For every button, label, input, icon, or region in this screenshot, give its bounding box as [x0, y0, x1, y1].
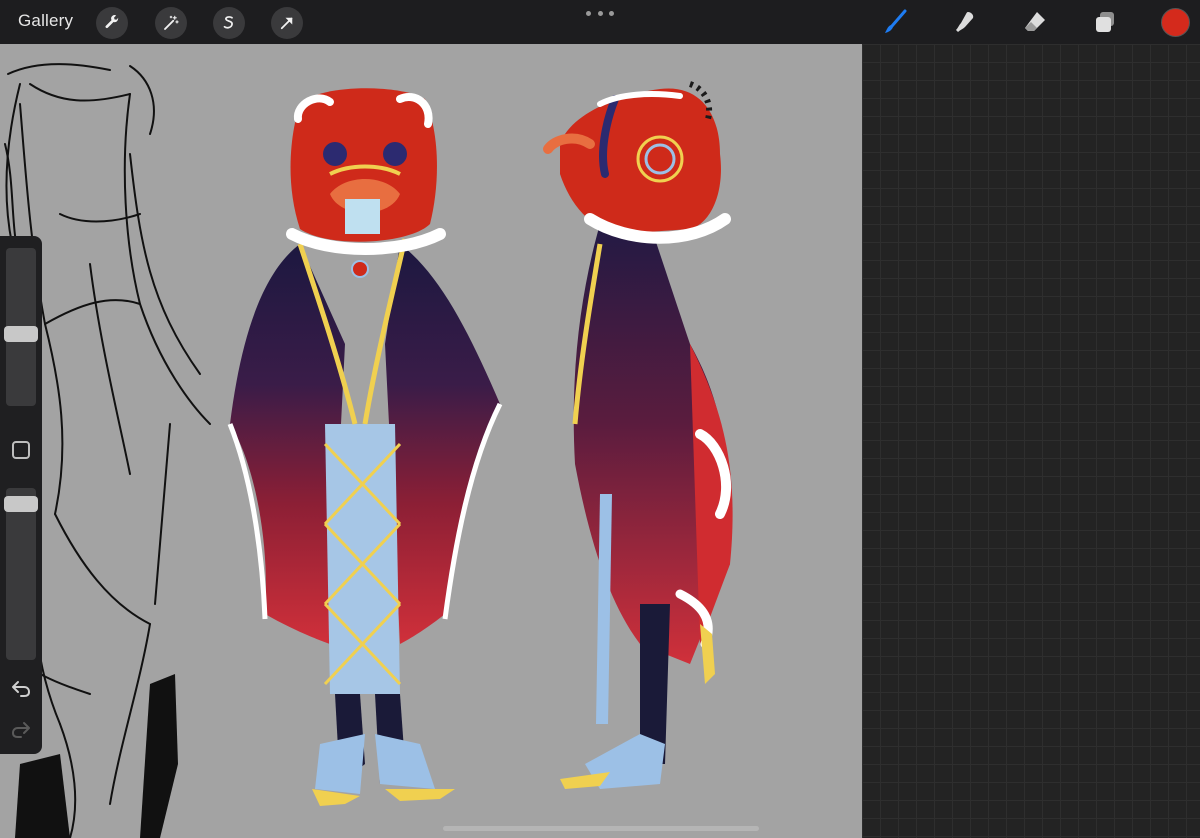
smudge-tool-button[interactable] — [950, 7, 980, 37]
dot-icon — [586, 10, 591, 16]
brush-icon — [885, 9, 907, 33]
workspace-grid-background — [862, 44, 1200, 838]
opacity-slider[interactable] — [4, 488, 38, 660]
eraser-icon — [1025, 12, 1045, 31]
brush-size-slider[interactable] — [4, 248, 38, 406]
redo-button[interactable] — [10, 718, 32, 740]
top-toolbar: Gallery — [0, 0, 1200, 44]
redo-icon — [11, 722, 30, 738]
layers-button[interactable] — [1090, 7, 1120, 37]
color-picker-button[interactable] — [1161, 8, 1190, 37]
wrench-icon — [105, 15, 119, 29]
layers-icon — [1096, 12, 1114, 32]
home-indicator[interactable] — [443, 826, 759, 831]
magic-wand-icon — [164, 15, 179, 30]
side-character — [543, 81, 733, 789]
transform-arrow-icon — [280, 17, 293, 30]
smudge-icon — [956, 12, 974, 32]
undo-button[interactable] — [10, 677, 32, 699]
brush-sidebar — [0, 236, 42, 754]
selection-button[interactable] — [213, 7, 245, 39]
adjustments-button[interactable] — [155, 7, 187, 39]
actions-button[interactable] — [96, 7, 128, 39]
brush-tool-button[interactable] — [880, 7, 910, 37]
gallery-button[interactable]: Gallery — [18, 11, 73, 31]
brush-size-thumb[interactable] — [4, 326, 38, 342]
undo-icon — [12, 681, 31, 697]
front-character — [227, 88, 503, 806]
opacity-thumb[interactable] — [4, 496, 38, 512]
eraser-tool-button[interactable] — [1020, 7, 1050, 37]
dot-icon — [597, 10, 603, 16]
transform-button[interactable] — [271, 7, 303, 39]
dot-icon — [609, 10, 614, 16]
selection-icon — [223, 16, 233, 29]
more-options-button[interactable] — [586, 8, 614, 18]
drawing-canvas[interactable] — [0, 44, 862, 838]
character-artwork — [0, 63, 733, 838]
modify-button[interactable] — [12, 441, 30, 459]
